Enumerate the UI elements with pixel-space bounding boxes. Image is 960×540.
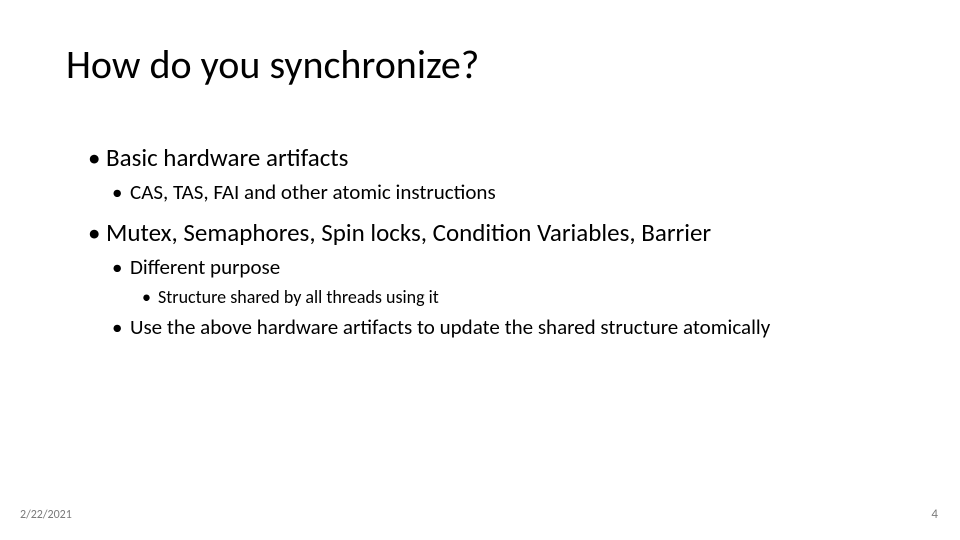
bullet-level-1: Mutex, Semaphores, Spin locks, Condition…	[88, 217, 920, 248]
bullet-level-3: Structure shared by all threads using it	[142, 286, 920, 308]
footer-date: 2/22/2021	[20, 508, 72, 522]
slide-content: Basic hardware artifacts CAS, TAS, FAI a…	[88, 142, 920, 346]
bullet-level-2: Use the above hardware artifacts to upda…	[112, 314, 920, 340]
slide: How do you synchronize? Basic hardware a…	[0, 0, 960, 540]
footer-page-number: 4	[931, 507, 938, 522]
bullet-level-2: CAS, TAS, FAI and other atomic instructi…	[112, 179, 920, 205]
slide-title: How do you synchronize?	[66, 40, 479, 89]
bullet-level-1: Basic hardware artifacts	[88, 142, 920, 173]
bullet-level-2: Different purpose	[112, 254, 920, 280]
